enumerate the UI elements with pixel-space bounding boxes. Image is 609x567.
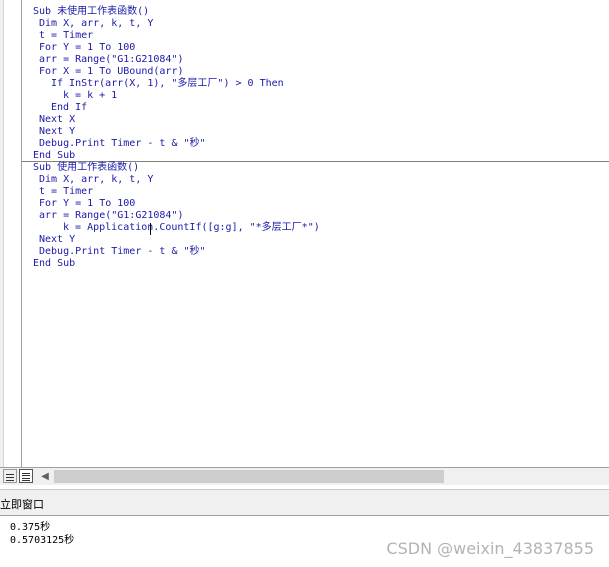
full-module-view-button[interactable] [19, 469, 33, 483]
code-window[interactable]: Sub 未使用工作表函数() Dim X, arr, k, t, Y t = T… [0, 0, 609, 467]
procedure-view-button[interactable] [3, 469, 17, 483]
code-line[interactable]: Next X [22, 114, 609, 126]
editor-footer: ◀ [0, 467, 609, 485]
code-line[interactable]: Dim X, arr, k, t, Y [22, 174, 609, 186]
procedure-2[interactable]: Sub 使用工作表函数() Dim X, arr, k, t, Y t = Ti… [22, 162, 609, 270]
code-line[interactable]: k = Application.CountIf([g:g], "*多层工厂*") [22, 222, 609, 234]
code-line[interactable]: If InStr(arr(X, 1), "多层工厂") > 0 Then [22, 78, 609, 90]
text-caret [150, 223, 151, 235]
watermark: CSDN @weixin_43837855 [386, 539, 594, 558]
code-line[interactable]: Next Y [22, 234, 609, 246]
margin-indicator-bar[interactable] [4, 0, 22, 467]
code-line[interactable]: For X = 1 To UBound(arr) [22, 66, 609, 78]
horizontal-scrollbar[interactable]: ◀ [37, 468, 609, 485]
code-line[interactable]: End If [22, 102, 609, 114]
code-line[interactable]: Sub 未使用工作表函数() [22, 6, 609, 18]
code-line[interactable]: For Y = 1 To 100 [22, 42, 609, 54]
immediate-window-title-bar[interactable]: 立即窗口 [0, 489, 609, 516]
code-line[interactable]: End Sub [22, 258, 609, 270]
code-line[interactable]: t = Timer [22, 186, 609, 198]
code-area[interactable]: Sub 未使用工作表函数() Dim X, arr, k, t, Y t = T… [22, 0, 609, 467]
code-line[interactable]: Debug.Print Timer - t & "秒" [22, 246, 609, 258]
code-line[interactable]: Next Y [22, 126, 609, 138]
code-line[interactable]: Sub 使用工作表函数() [22, 162, 609, 174]
output-line: 0.5703125秒 [10, 535, 75, 546]
immediate-output[interactable]: 0.375秒 0.5703125秒 [10, 521, 74, 547]
code-line[interactable]: arr = Range("G1:G21084") [22, 210, 609, 222]
immediate-window-title: 立即窗口 [0, 498, 44, 511]
code-line[interactable]: arr = Range("G1:G21084") [22, 54, 609, 66]
scrollbar-thumb[interactable] [54, 470, 444, 483]
immediate-window[interactable]: 立即窗口 0.375秒 0.5703125秒 CSDN @weixin_4383… [0, 489, 609, 567]
code-line[interactable]: For Y = 1 To 100 [22, 198, 609, 210]
output-line: 0.375秒 [10, 522, 51, 533]
code-line[interactable]: Dim X, arr, k, t, Y [22, 18, 609, 30]
code-line[interactable]: k = k + 1 [22, 90, 609, 102]
scroll-left-arrow-icon[interactable]: ◀ [37, 468, 53, 485]
code-line[interactable]: Debug.Print Timer - t & "秒" [22, 138, 609, 150]
code-line[interactable]: t = Timer [22, 30, 609, 42]
procedure-1[interactable]: Sub 未使用工作表函数() Dim X, arr, k, t, Y t = T… [22, 6, 609, 162]
